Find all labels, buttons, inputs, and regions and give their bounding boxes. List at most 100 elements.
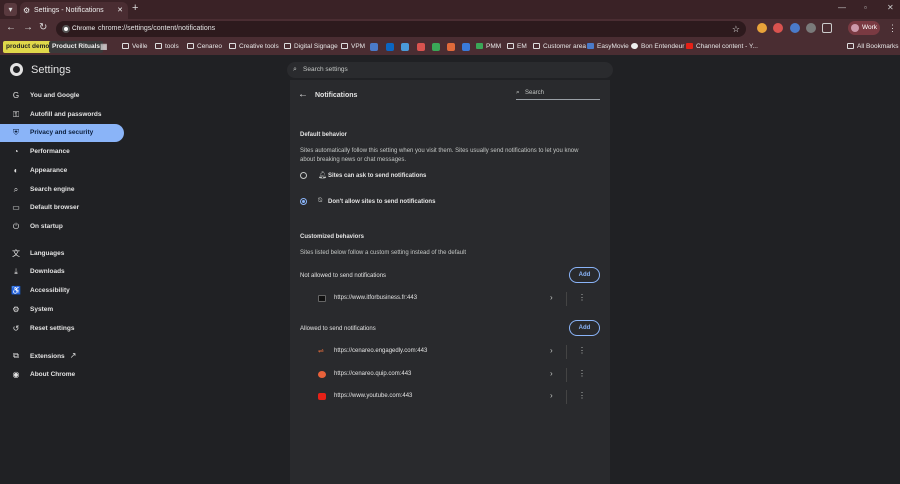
site-row[interactable]: https://cenareo.quip.com:443 › ⋮: [318, 365, 600, 385]
sidebar-item-privacy[interactable]: ⛨ Privacy and security: [0, 124, 124, 142]
chevron-right-icon[interactable]: ›: [550, 391, 553, 400]
bookmark-folder[interactable]: Digital Signage: [284, 39, 338, 55]
sidebar-item-on-startup[interactable]: ⏻ On startup: [0, 218, 124, 236]
sidebar-item-autofill[interactable]: ⚿ Autofill and passwords: [0, 106, 124, 124]
extensions-puzzle-icon[interactable]: [822, 23, 832, 33]
more-actions-icon[interactable]: ⋮: [578, 346, 586, 355]
apps-grid-icon[interactable]: ▦: [100, 39, 108, 55]
open-external-icon: ↗: [69, 351, 77, 360]
sidebar-item-appearance[interactable]: ◐ Appearance: [0, 162, 124, 180]
forward-button[interactable]: →: [23, 22, 33, 33]
sidebar-item-about[interactable]: ◉ About Chrome: [0, 366, 124, 384]
extension-icon[interactable]: [773, 23, 783, 33]
sidebar-item-default-browser[interactable]: ▭ Default browser: [0, 199, 124, 217]
tab-search-button[interactable]: ▾: [4, 3, 17, 16]
folder-icon: [229, 43, 236, 49]
chevron-right-icon[interactable]: ›: [550, 293, 553, 302]
panel-search-input[interactable]: ⌕ Search: [516, 89, 600, 100]
sidebar-item-downloads[interactable]: ⤓ Downloads: [0, 263, 124, 281]
bookmark-em[interactable]: EM: [507, 39, 527, 55]
tab-settings[interactable]: ⚙ Settings - Notifications ✕: [20, 2, 128, 19]
radio-block[interactable]: [300, 198, 307, 205]
address-bar[interactable]: Chrome chrome://settings/content/notific…: [56, 21, 746, 37]
profile-button[interactable]: Work: [848, 21, 880, 35]
chevron-right-icon[interactable]: ›: [550, 369, 553, 378]
minimize-button[interactable]: —: [838, 3, 846, 12]
bookmark-customer-area[interactable]: Customer area: [533, 39, 586, 55]
bookmark-icon: [533, 43, 540, 49]
gmail-icon[interactable]: [417, 43, 425, 51]
sidebar-item-accessibility[interactable]: ♿ Accessibility: [0, 282, 124, 300]
back-button[interactable]: ←: [6, 22, 16, 33]
site-favicon-icon: [318, 371, 326, 378]
gear-icon: ⚙: [23, 6, 31, 15]
more-actions-icon[interactable]: ⋮: [578, 369, 586, 378]
bookmark-icon[interactable]: [462, 43, 470, 51]
sidebar-item-performance[interactable]: ◔ Performance: [0, 143, 124, 161]
page-title: Settings: [31, 64, 71, 76]
more-actions-icon[interactable]: ⋮: [578, 293, 586, 302]
more-actions-icon[interactable]: ⋮: [578, 391, 586, 400]
chrome-menu-icon[interactable]: ⋮: [888, 23, 897, 34]
bookmark-product-demo[interactable]: product demo: [3, 41, 53, 53]
bell-icon: 🔔︎: [318, 172, 327, 179]
divider: [566, 390, 567, 404]
bookmark-icon[interactable]: [401, 43, 409, 51]
folder-icon: [284, 43, 291, 49]
power-icon: ⏻: [12, 222, 20, 231]
divider: [566, 292, 567, 306]
bookmark-icon[interactable]: [370, 43, 378, 51]
extension-icon[interactable]: [790, 23, 800, 33]
bookmark-folder[interactable]: Veille: [122, 39, 148, 55]
back-arrow-icon[interactable]: ←: [298, 89, 308, 100]
bell-off-icon: ⍉: [318, 197, 323, 204]
bookmark-pmm[interactable]: PMM: [476, 39, 501, 55]
url-text: chrome://settings/content/notifications: [98, 25, 216, 32]
bookmark-folder[interactable]: Creative tools: [229, 39, 279, 55]
bookmark-folder[interactable]: Cenareo: [187, 39, 222, 55]
close-window-button[interactable]: ✕: [887, 3, 894, 12]
add-blocked-site-button[interactable]: Add: [569, 267, 600, 283]
tab-title: Settings - Notifications: [34, 7, 104, 14]
settings-page: Settings ⌕ Search settings G You and Goog…: [0, 55, 900, 484]
chrome-logo-icon: [10, 63, 23, 76]
extension-icon[interactable]: [757, 23, 767, 33]
sidebar-item-languages[interactable]: 文 Languages: [0, 245, 124, 263]
site-row[interactable]: https://www.youtube.com:443 › ⋮: [318, 387, 600, 407]
site-row[interactable]: https://www.itforbusiness.fr:443 › ⋮: [318, 289, 600, 309]
chrome-icon: [62, 25, 70, 33]
add-allowed-site-button[interactable]: Add: [569, 320, 600, 336]
wrench-icon: ⚙: [12, 305, 20, 314]
extensions-icon: ⧉: [13, 351, 19, 360]
linkedin-icon[interactable]: [386, 43, 394, 51]
bookmark-easymovie[interactable]: EasyMovie: [587, 39, 629, 55]
site-chip[interactable]: Chrome: [60, 23, 99, 35]
reload-button[interactable]: ↻: [39, 22, 47, 33]
folder-icon: [155, 43, 162, 49]
search-settings-input[interactable]: ⌕ Search settings: [287, 62, 613, 78]
sidebar-item-system[interactable]: ⚙ System: [0, 301, 124, 319]
bookmark-star-icon[interactable]: ☆: [732, 21, 740, 37]
new-tab-button[interactable]: +: [132, 2, 138, 14]
sidebar-item-extensions[interactable]: ⧉ Extensions ↗: [0, 347, 124, 365]
chrome-icon: ◉: [12, 370, 20, 379]
chevron-right-icon[interactable]: ›: [550, 346, 553, 355]
palette-icon: ◐: [13, 166, 19, 175]
drive-icon[interactable]: [432, 43, 440, 51]
close-tab-icon[interactable]: ✕: [117, 2, 123, 19]
maximize-button[interactable]: ▫: [864, 3, 867, 12]
sidebar-item-reset[interactable]: ↺ Reset settings: [0, 320, 124, 338]
bookmark-icon[interactable]: [447, 43, 455, 51]
site-url: https://www.itforbusiness.fr:443: [334, 295, 418, 301]
bookmark-bon-entendeur[interactable]: Bon Entendeur: [631, 39, 684, 55]
all-bookmarks[interactable]: All Bookmarks: [847, 39, 899, 55]
bookmark-channel-content[interactable]: Channel content - Y...: [686, 39, 758, 55]
bookmark-product-rituals[interactable]: Product Rituals: [49, 41, 104, 53]
extension-icon[interactable]: [806, 23, 816, 33]
site-row[interactable]: ⇌ https://cenareo.engagedly.com:443 › ⋮: [318, 342, 600, 362]
radio-allow-ask[interactable]: [300, 172, 307, 179]
bookmark-folder[interactable]: tools: [155, 39, 179, 55]
sidebar-item-you-and-google[interactable]: G You and Google: [0, 87, 124, 105]
sidebar-item-search-engine[interactable]: ⌕ Search engine: [0, 181, 124, 199]
bookmark-folder[interactable]: VPM: [341, 39, 365, 55]
